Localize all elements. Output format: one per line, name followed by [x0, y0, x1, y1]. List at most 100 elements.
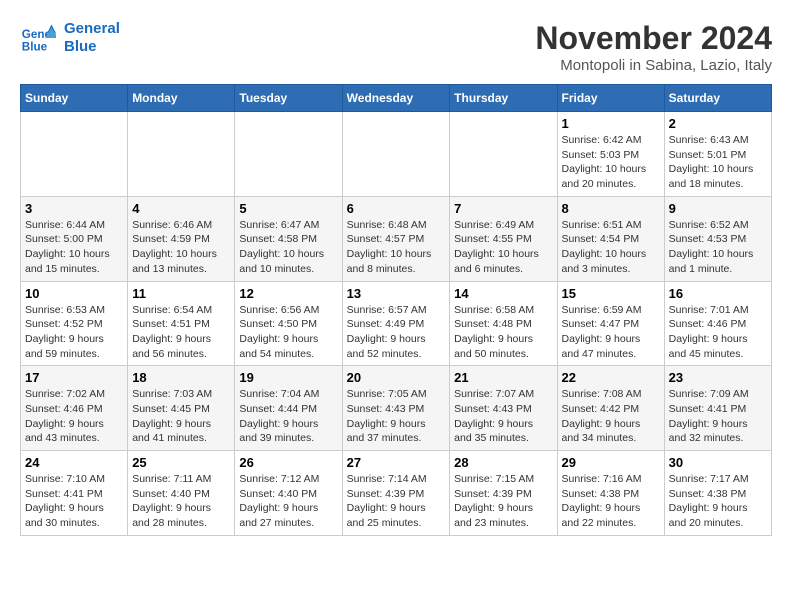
- calendar-cell: 17Sunrise: 7:02 AM Sunset: 4:46 PM Dayli…: [21, 366, 128, 451]
- week-row-0: 1 Sunrise: 6:42 AM Sunset: 5:03 PM Daylig…: [21, 112, 772, 197]
- calendar-table: SundayMondayTuesdayWednesdayThursdayFrid…: [20, 84, 772, 536]
- day-info: Sunrise: 7:09 AM Sunset: 4:41 PM Dayligh…: [669, 387, 767, 446]
- calendar-cell: 20 Sunrise: 7:05 AM Sunset: 4:43 PM Dayli…: [342, 366, 450, 451]
- calendar-cell: 25Sunrise: 7:11 AM Sunset: 4:40 PM Dayli…: [128, 451, 235, 536]
- day-info: Sunrise: 6:48 AM Sunset: 4:57 PM Dayligh…: [347, 218, 446, 277]
- day-info: Sunrise: 6:46 AM Sunset: 4:59 PM Dayligh…: [132, 218, 230, 277]
- calendar-cell: 10 Sunrise: 6:53 AM Sunset: 4:52 PM Dayli…: [21, 281, 128, 366]
- day-info: Sunrise: 7:03 AM Sunset: 4:45 PM Dayligh…: [132, 387, 230, 446]
- calendar-cell: 26 Sunrise: 7:12 AM Sunset: 4:40 PM Dayli…: [235, 451, 342, 536]
- logo: General Blue General Blue: [20, 20, 120, 56]
- location-subtitle: Montopoli in Sabina, Lazio, Italy: [535, 57, 772, 74]
- day-info: Sunrise: 6:58 AM Sunset: 4:48 PM Dayligh…: [454, 303, 552, 362]
- day-number: 29: [562, 455, 660, 470]
- day-info: Sunrise: 7:05 AM Sunset: 4:43 PM Dayligh…: [347, 387, 446, 446]
- day-info: Sunrise: 7:15 AM Sunset: 4:39 PM Dayligh…: [454, 472, 552, 531]
- week-row-3: 17Sunrise: 7:02 AM Sunset: 4:46 PM Dayli…: [21, 366, 772, 451]
- header-day-sunday: Sunday: [21, 85, 128, 112]
- header-row: SundayMondayTuesdayWednesdayThursdayFrid…: [21, 85, 772, 112]
- day-number: 12: [239, 286, 337, 301]
- header-day-monday: Monday: [128, 85, 235, 112]
- day-info: Sunrise: 7:16 AM Sunset: 4:38 PM Dayligh…: [562, 472, 660, 531]
- day-info: Sunrise: 7:04 AM Sunset: 4:44 PM Dayligh…: [239, 387, 337, 446]
- day-number: 1: [562, 116, 660, 131]
- day-info: Sunrise: 6:54 AM Sunset: 4:51 PM Dayligh…: [132, 303, 230, 362]
- day-number: 5: [239, 201, 337, 216]
- calendar-cell: 14 Sunrise: 6:58 AM Sunset: 4:48 PM Dayli…: [450, 281, 557, 366]
- day-number: 9: [669, 201, 767, 216]
- calendar-cell: 15 Sunrise: 6:59 AM Sunset: 4:47 PM Dayli…: [557, 281, 664, 366]
- day-number: 17: [25, 370, 123, 385]
- day-info: Sunrise: 6:59 AM Sunset: 4:47 PM Dayligh…: [562, 303, 660, 362]
- header-day-saturday: Saturday: [664, 85, 771, 112]
- day-number: 14: [454, 286, 552, 301]
- calendar-cell: 21Sunrise: 7:07 AM Sunset: 4:43 PM Dayli…: [450, 366, 557, 451]
- day-number: 28: [454, 455, 552, 470]
- day-number: 3: [25, 201, 123, 216]
- calendar-cell: 16Sunrise: 7:01 AM Sunset: 4:46 PM Dayli…: [664, 281, 771, 366]
- day-info: Sunrise: 7:12 AM Sunset: 4:40 PM Dayligh…: [239, 472, 337, 531]
- day-number: 19: [239, 370, 337, 385]
- calendar-cell: [21, 112, 128, 197]
- week-row-4: 24 Sunrise: 7:10 AM Sunset: 4:41 PM Dayli…: [21, 451, 772, 536]
- day-info: Sunrise: 6:53 AM Sunset: 4:52 PM Dayligh…: [25, 303, 123, 362]
- day-info: Sunrise: 6:47 AM Sunset: 4:58 PM Dayligh…: [239, 218, 337, 277]
- day-number: 13: [347, 286, 446, 301]
- calendar-cell: 22Sunrise: 7:08 AM Sunset: 4:42 PM Dayli…: [557, 366, 664, 451]
- day-number: 26: [239, 455, 337, 470]
- day-number: 21: [454, 370, 552, 385]
- calendar-cell: 6 Sunrise: 6:48 AM Sunset: 4:57 PM Daylig…: [342, 196, 450, 281]
- calendar-cell: 11 Sunrise: 6:54 AM Sunset: 4:51 PM Dayli…: [128, 281, 235, 366]
- header-day-thursday: Thursday: [450, 85, 557, 112]
- logo-line2: Blue: [64, 38, 120, 56]
- calendar-cell: 8Sunrise: 6:51 AM Sunset: 4:54 PM Daylig…: [557, 196, 664, 281]
- day-number: 27: [347, 455, 446, 470]
- day-info: Sunrise: 7:01 AM Sunset: 4:46 PM Dayligh…: [669, 303, 767, 362]
- day-number: 20: [347, 370, 446, 385]
- calendar-cell: 1 Sunrise: 6:42 AM Sunset: 5:03 PM Daylig…: [557, 112, 664, 197]
- day-info: Sunrise: 7:17 AM Sunset: 4:38 PM Dayligh…: [669, 472, 767, 531]
- title-block: November 2024 Montopoli in Sabina, Lazio…: [535, 20, 772, 74]
- calendar-cell: 24 Sunrise: 7:10 AM Sunset: 4:41 PM Dayli…: [21, 451, 128, 536]
- day-number: 6: [347, 201, 446, 216]
- calendar-cell: 4Sunrise: 6:46 AM Sunset: 4:59 PM Daylig…: [128, 196, 235, 281]
- calendar-cell: 2Sunrise: 6:43 AM Sunset: 5:01 PM Daylig…: [664, 112, 771, 197]
- svg-text:Blue: Blue: [22, 41, 48, 54]
- day-info: Sunrise: 7:10 AM Sunset: 4:41 PM Dayligh…: [25, 472, 123, 531]
- day-info: Sunrise: 6:52 AM Sunset: 4:53 PM Dayligh…: [669, 218, 767, 277]
- calendar-cell: [342, 112, 450, 197]
- calendar-cell: 7Sunrise: 6:49 AM Sunset: 4:55 PM Daylig…: [450, 196, 557, 281]
- calendar-cell: 12Sunrise: 6:56 AM Sunset: 4:50 PM Dayli…: [235, 281, 342, 366]
- day-info: Sunrise: 6:42 AM Sunset: 5:03 PM Dayligh…: [562, 133, 660, 192]
- calendar-cell: 27 Sunrise: 7:14 AM Sunset: 4:39 PM Dayli…: [342, 451, 450, 536]
- logo-icon: General Blue: [20, 20, 56, 56]
- calendar-cell: 13 Sunrise: 6:57 AM Sunset: 4:49 PM Dayli…: [342, 281, 450, 366]
- calendar-cell: [235, 112, 342, 197]
- day-info: Sunrise: 6:43 AM Sunset: 5:01 PM Dayligh…: [669, 133, 767, 192]
- calendar-cell: 19 Sunrise: 7:04 AM Sunset: 4:44 PM Dayli…: [235, 366, 342, 451]
- calendar-cell: 5 Sunrise: 6:47 AM Sunset: 4:58 PM Daylig…: [235, 196, 342, 281]
- month-title: November 2024: [535, 20, 772, 57]
- calendar-cell: 18 Sunrise: 7:03 AM Sunset: 4:45 PM Dayli…: [128, 366, 235, 451]
- day-number: 10: [25, 286, 123, 301]
- day-info: Sunrise: 6:57 AM Sunset: 4:49 PM Dayligh…: [347, 303, 446, 362]
- header-day-friday: Friday: [557, 85, 664, 112]
- calendar-cell: 28 Sunrise: 7:15 AM Sunset: 4:39 PM Dayli…: [450, 451, 557, 536]
- day-info: Sunrise: 6:51 AM Sunset: 4:54 PM Dayligh…: [562, 218, 660, 277]
- calendar-cell: 30 Sunrise: 7:17 AM Sunset: 4:38 PM Dayli…: [664, 451, 771, 536]
- day-number: 30: [669, 455, 767, 470]
- day-number: 18: [132, 370, 230, 385]
- day-number: 24: [25, 455, 123, 470]
- calendar-cell: 3Sunrise: 6:44 AM Sunset: 5:00 PM Daylig…: [21, 196, 128, 281]
- calendar-cell: [128, 112, 235, 197]
- day-number: 22: [562, 370, 660, 385]
- week-row-2: 10 Sunrise: 6:53 AM Sunset: 4:52 PM Dayli…: [21, 281, 772, 366]
- day-number: 23: [669, 370, 767, 385]
- week-row-1: 3Sunrise: 6:44 AM Sunset: 5:00 PM Daylig…: [21, 196, 772, 281]
- calendar-header: SundayMondayTuesdayWednesdayThursdayFrid…: [21, 85, 772, 112]
- day-number: 15: [562, 286, 660, 301]
- day-number: 11: [132, 286, 230, 301]
- calendar-cell: [450, 112, 557, 197]
- day-info: Sunrise: 7:14 AM Sunset: 4:39 PM Dayligh…: [347, 472, 446, 531]
- header-day-wednesday: Wednesday: [342, 85, 450, 112]
